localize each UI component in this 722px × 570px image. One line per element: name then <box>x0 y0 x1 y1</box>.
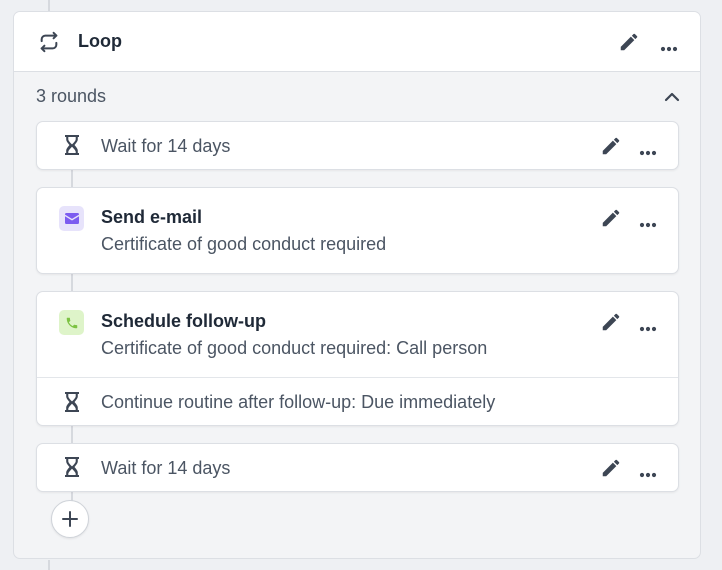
step-subtitle: Certificate of good conduct required: Ca… <box>101 338 488 358</box>
more-icon[interactable] <box>660 39 678 57</box>
connector-line <box>71 273 73 291</box>
hourglass-icon <box>65 392 79 417</box>
more-icon[interactable] <box>639 319 657 337</box>
add-step-button[interactable] <box>51 500 89 538</box>
email-badge <box>59 206 84 231</box>
wait-step-card[interactable]: Wait for 14 days <box>36 121 679 170</box>
edit-icon[interactable] <box>600 207 622 234</box>
edit-icon[interactable] <box>600 135 622 162</box>
step-title: Schedule follow-up <box>101 311 266 331</box>
loop-block: Loop 3 rounds Wait for 14 days Send e-ma… <box>13 11 701 559</box>
chevron-up-icon[interactable] <box>664 89 680 107</box>
hourglass-icon <box>65 457 79 482</box>
more-icon[interactable] <box>639 143 657 161</box>
more-icon[interactable] <box>639 215 657 233</box>
mail-icon <box>64 213 79 224</box>
step-title: Send e-mail <box>101 207 203 227</box>
loop-title: Loop <box>78 31 122 51</box>
loop-icon <box>38 31 60 58</box>
hourglass-icon <box>65 135 79 160</box>
follow-up-step-card[interactable]: Schedule follow-up Certificate of good c… <box>36 291 679 426</box>
step-subtitle: Certificate of good conduct required <box>101 234 387 254</box>
loop-header: Loop <box>14 12 700 72</box>
wait-text: Wait for 14 days <box>101 136 231 156</box>
timeline-rail-bottom <box>48 560 50 570</box>
more-icon[interactable] <box>639 465 657 483</box>
rounds-label: 3 rounds <box>36 86 107 106</box>
wait-text: Wait for 14 days <box>101 458 231 478</box>
email-step-card[interactable]: Send e-mail Certificate of good conduct … <box>36 187 679 274</box>
connector-line <box>71 170 73 188</box>
wait-step-card[interactable]: Wait for 14 days <box>36 443 679 492</box>
edit-icon[interactable] <box>600 457 622 484</box>
phone-icon <box>66 317 77 328</box>
connector-line <box>71 425 73 443</box>
card-divider <box>37 377 678 378</box>
phone-badge <box>59 310 84 335</box>
edit-icon[interactable] <box>600 311 622 338</box>
continue-text: Continue routine after follow-up: Due im… <box>101 392 496 412</box>
plus-icon <box>62 511 78 527</box>
edit-icon[interactable] <box>618 31 640 58</box>
